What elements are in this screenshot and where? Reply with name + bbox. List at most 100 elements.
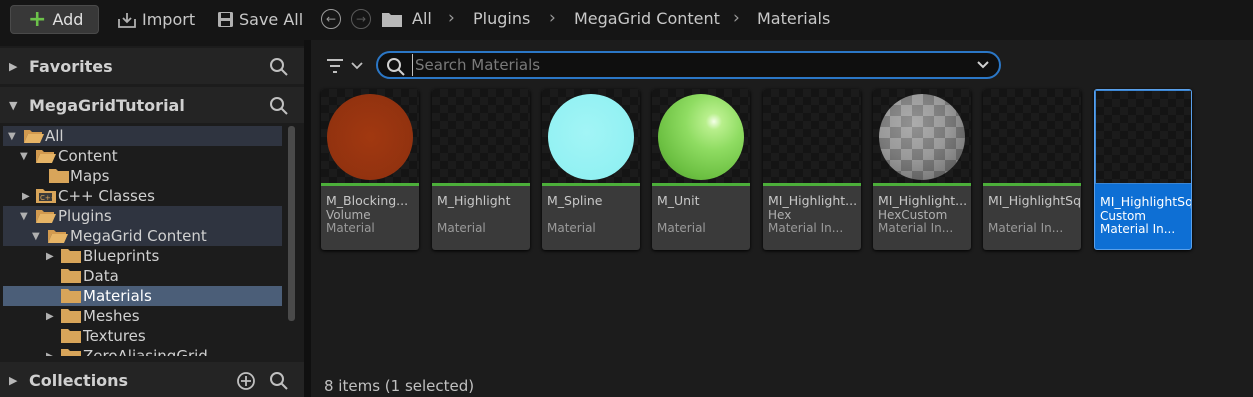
asset-name: MI_HighlightSq [988, 193, 1081, 208]
asset-tile[interactable]: M_Spline Material [542, 89, 640, 250]
save-all-label: Save All [239, 10, 304, 29]
asset-subname: Volume [326, 208, 371, 222]
chevron-down-icon: ▼ [9, 98, 18, 112]
filter-icon[interactable] [326, 57, 364, 75]
asset-tile-selected[interactable]: MI_HighlightSq... Custom Material In... [1094, 89, 1192, 250]
asset-thumbnail [763, 89, 861, 183]
asset-thumbnail [432, 89, 530, 183]
asset-tile[interactable]: M_Blocking... Volume Material [321, 89, 419, 250]
folder-tree: ▼ All ▼ Content Maps ▶ C++ C++ Classes ▼… [0, 123, 290, 356]
chevron-right-icon: ▶ [9, 373, 18, 387]
folder-icon [61, 269, 81, 283]
search-bar [376, 51, 1001, 79]
project-header[interactable]: ▼ MegaGridTutorial [0, 87, 304, 123]
folder-icon [61, 349, 81, 356]
chevron-right-icon: › [448, 8, 455, 28]
chevron-right-icon: ▶ [46, 310, 54, 322]
tree-item-data[interactable]: Data [3, 266, 282, 286]
chevron-down-icon: ▼ [8, 130, 16, 142]
cpp-folder-icon: C++ [36, 189, 57, 203]
asset-type: Material In... [768, 221, 844, 235]
chevron-right-icon: ▶ [46, 250, 54, 262]
panel-splitter[interactable] [304, 40, 311, 397]
folder-icon [61, 289, 81, 303]
asset-type-bar [983, 183, 1081, 186]
tree-item-blueprints[interactable]: ▶ Blueprints [3, 246, 282, 266]
tree-item-label: Maps [70, 167, 110, 185]
material-preview-sphere [548, 94, 634, 180]
tree-scrollbar[interactable] [288, 126, 295, 321]
folder-icon [49, 169, 69, 183]
asset-type-bar [652, 183, 750, 186]
asset-name: M_Blocking... [326, 193, 409, 208]
tree-item-content[interactable]: ▼ Content [3, 146, 282, 166]
import-icon [118, 12, 136, 28]
breadcrumb-item-megagrid-content[interactable]: MegaGrid Content [574, 9, 720, 28]
material-preview-sphere [879, 94, 965, 180]
asset-type-bar [1095, 184, 1191, 187]
tree-item-cpp-classes[interactable]: ▶ C++ C++ Classes [3, 186, 282, 206]
svg-text:C++: C++ [40, 194, 57, 202]
asset-thumbnail [542, 89, 640, 183]
open-folder-icon [36, 150, 56, 163]
search-icon[interactable] [269, 371, 289, 391]
collections-label: Collections [29, 370, 129, 390]
save-all-button[interactable]: Save All [217, 5, 303, 34]
tree-item-maps[interactable]: Maps [3, 166, 282, 186]
tree-item-label: ZeroAliasingGrid [83, 347, 208, 356]
folder-icon [61, 309, 81, 323]
tree-item-label: Materials [83, 287, 152, 305]
add-collection-icon[interactable] [236, 371, 256, 391]
folder-icon [61, 249, 81, 263]
tree-item-label: Data [83, 267, 119, 285]
plus-icon: + [28, 6, 47, 32]
tree-item-label: Meshes [83, 307, 140, 325]
asset-type-bar [873, 183, 971, 186]
tree-item-megagrid-content[interactable]: ▼ MegaGrid Content [3, 226, 282, 246]
import-button[interactable]: Import [117, 5, 195, 34]
material-preview-sphere [327, 94, 413, 180]
asset-tile[interactable]: M_Highlight Material [432, 89, 530, 250]
folder-icon [382, 13, 402, 27]
breadcrumb-item-all[interactable]: All [412, 9, 432, 28]
chevron-down-icon: ▼ [20, 210, 28, 222]
tree-item-all[interactable]: ▼ All [3, 126, 282, 146]
asset-type: Material In... [878, 221, 954, 235]
collections-header[interactable]: ▶ Collections [0, 362, 304, 397]
search-icon[interactable] [269, 57, 289, 77]
favorites-label: Favorites [29, 56, 113, 76]
asset-type-bar [763, 183, 861, 186]
asset-tile[interactable]: MI_Highlight... HexCustom Material In... [873, 89, 971, 250]
asset-name: MI_HighlightSq... [1100, 194, 1192, 209]
asset-tile[interactable]: MI_Highlight... Hex Material In... [763, 89, 861, 250]
tree-item-zeroaliasinggrid[interactable]: ▶ ZeroAliasingGrid [3, 346, 282, 356]
chevron-right-icon: ▶ [9, 59, 18, 73]
asset-view: M_Blocking... Volume Material M_Highligh… [311, 40, 1253, 397]
tree-item-label: MegaGrid Content [70, 227, 207, 245]
chevron-right-icon: › [549, 8, 556, 28]
asset-name: MI_Highlight... [878, 193, 968, 208]
forward-arrow-icon[interactable]: → [351, 9, 371, 29]
tree-item-textures[interactable]: Textures [3, 326, 282, 346]
search-icon[interactable] [269, 96, 289, 116]
back-arrow-icon[interactable]: ← [321, 9, 341, 29]
chevron-down-icon: ▼ [20, 150, 28, 162]
favorites-header[interactable]: ▶ Favorites [0, 48, 304, 84]
tree-item-materials[interactable]: Materials [3, 286, 282, 306]
tree-item-meshes[interactable]: ▶ Meshes [3, 306, 282, 326]
add-button[interactable]: + Add [10, 5, 99, 34]
search-input[interactable] [412, 54, 962, 76]
chevron-down-icon[interactable] [975, 57, 991, 73]
asset-tile[interactable]: MI_HighlightSq Material In... [983, 89, 1081, 250]
asset-type-bar [432, 183, 530, 186]
asset-type-bar [321, 183, 419, 186]
asset-type: Material [326, 221, 375, 235]
asset-thumbnail [321, 89, 419, 183]
add-label: Add [52, 10, 84, 29]
asset-tile[interactable]: M_Unit Material [652, 89, 750, 250]
tree-item-plugins[interactable]: ▼ Plugins [3, 206, 282, 226]
asset-type: Material In... [988, 221, 1064, 235]
breadcrumb-item-materials[interactable]: Materials [757, 9, 830, 28]
breadcrumb-item-plugins[interactable]: Plugins [473, 9, 530, 28]
import-label: Import [142, 10, 196, 29]
